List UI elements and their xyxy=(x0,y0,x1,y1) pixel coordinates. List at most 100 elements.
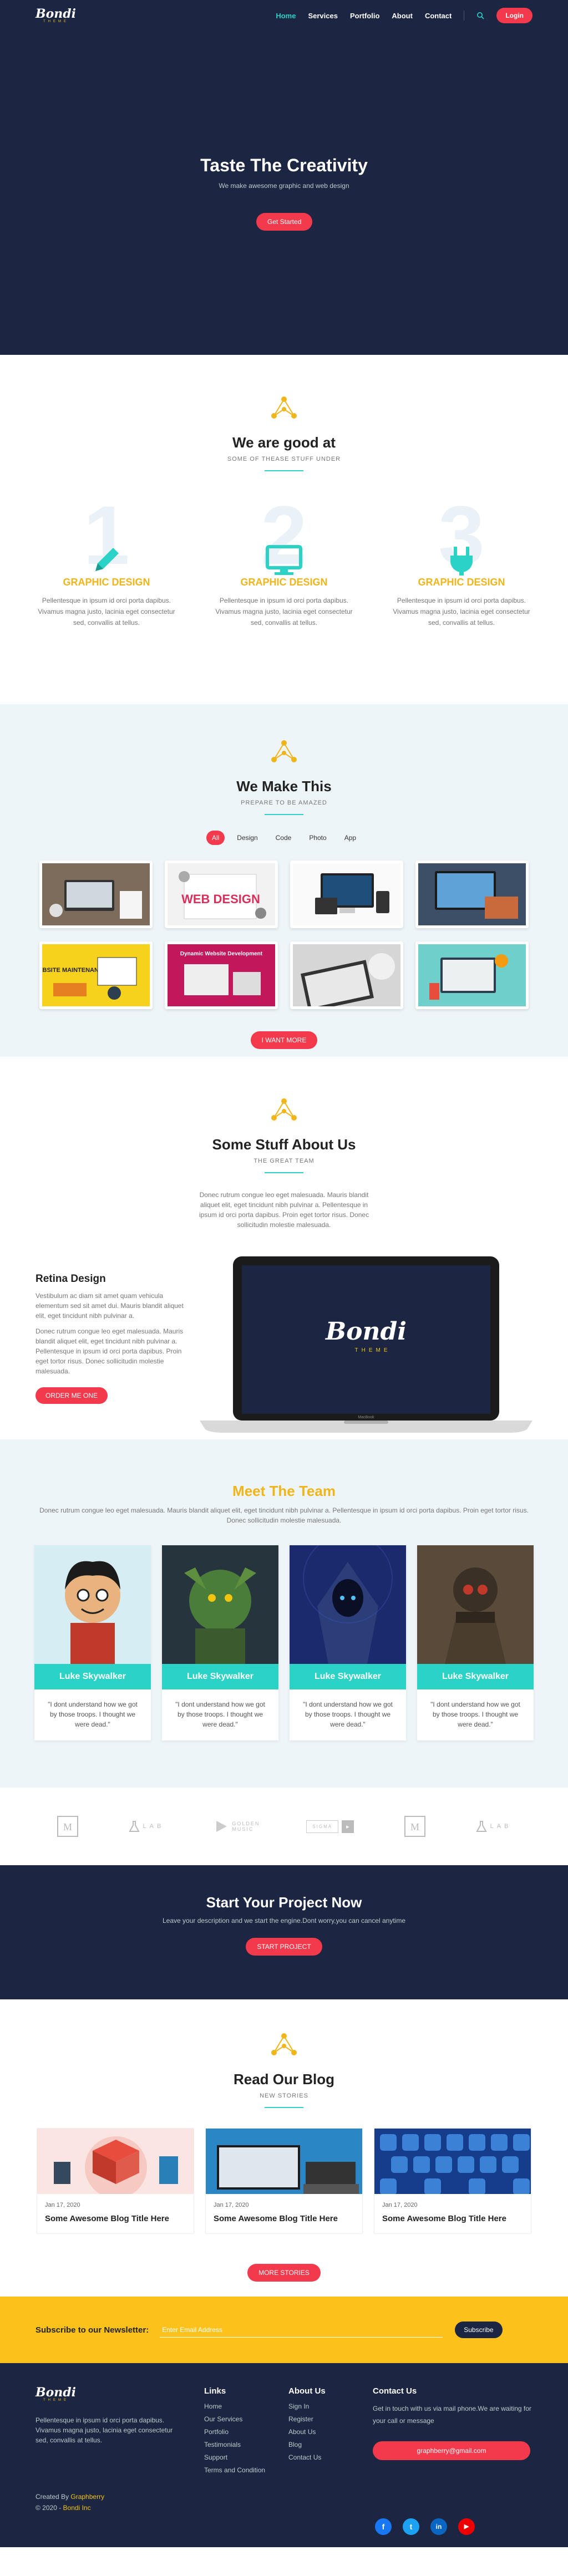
facebook-icon[interactable]: f xyxy=(375,2518,392,2535)
about-text: Donec rutrum congue leo eget malesuada. … xyxy=(199,1191,369,1229)
member-photo xyxy=(290,1545,406,1664)
member-quote: "I dont understand how we got by those t… xyxy=(175,1701,265,1728)
nav-home[interactable]: Home xyxy=(276,12,296,20)
title-underline xyxy=(265,1172,303,1173)
filter-app[interactable]: App xyxy=(339,831,362,845)
contact-title: Contact Us xyxy=(373,2386,417,2396)
portfolio-item[interactable] xyxy=(290,941,403,1009)
portfolio-section: We Make This PREPARE TO BE AMAZED All De… xyxy=(0,704,568,1057)
client-logo: M xyxy=(57,1815,79,1837)
portfolio-item[interactable] xyxy=(39,861,153,928)
social-links: f t in ▶ xyxy=(375,2518,475,2535)
team-card: Luke Skywalker "I dont understand how we… xyxy=(162,1545,278,1740)
molecule-icon xyxy=(271,2033,297,2055)
laptop-image: Bondi THEME MacBook xyxy=(200,1256,532,1433)
client-logo: LAB xyxy=(128,1820,165,1832)
client-logos: M LAB GOLDEN MUSIC SIGMA ▸ M LAB xyxy=(0,1788,568,1865)
retina-text: Vestibulum ac diam sit amet quam vehicul… xyxy=(36,1292,184,1320)
member-quote: "I dont understand how we got by those t… xyxy=(48,1701,138,1728)
filter-code[interactable]: Code xyxy=(270,831,297,845)
search-icon[interactable] xyxy=(476,12,484,19)
footer-about: Bondi THEME Pellentesque in ipsum id orc… xyxy=(36,2386,180,2512)
svg-text:M: M xyxy=(410,1821,419,1832)
laptop-logo: Bondi xyxy=(324,1317,407,1346)
post-date: Jan 17, 2020 xyxy=(45,2202,80,2208)
portfolio-title: We Make This xyxy=(236,778,332,795)
newsletter-label: Subscribe to our Newsletter: xyxy=(36,2325,149,2335)
start-project-button[interactable]: START PROJECT xyxy=(246,1938,322,1956)
laptop-logo-sub: THEME xyxy=(355,1347,391,1353)
blog-post-card[interactable]: Jan 17, 2020 Some Awesome Blog Title Her… xyxy=(374,2128,531,2234)
post-title[interactable]: Some Awesome Blog Title Here xyxy=(37,2208,194,2233)
youtube-icon[interactable]: ▶ xyxy=(458,2518,475,2535)
footer-link[interactable]: Sign In xyxy=(288,2402,326,2410)
member-name: Luke Skywalker xyxy=(162,1664,278,1689)
services-section: We are good at SOME OF THEASE STUFF UNDE… xyxy=(0,355,568,704)
newsletter-email-input[interactable]: Enter Email Address xyxy=(160,2323,443,2338)
footer-logo[interactable]: Bondi THEME xyxy=(36,2386,180,2402)
plug-icon xyxy=(389,543,534,584)
portfolio-item[interactable]: WEBSITE MAINTENANCE xyxy=(39,941,153,1009)
team-card: Luke Skywalker "I dont understand how we… xyxy=(290,1545,406,1740)
twitter-icon[interactable]: t xyxy=(403,2518,419,2535)
brand-logo[interactable]: Bondi THEME xyxy=(36,8,76,23)
footer-link[interactable]: Home xyxy=(204,2402,265,2410)
post-title[interactable]: Some Awesome Blog Title Here xyxy=(374,2208,531,2233)
get-started-button[interactable]: Get Started xyxy=(256,213,313,231)
footer-credit: Created By Graphberry xyxy=(36,2493,105,2501)
client-logo: GOLDEN MUSIC xyxy=(214,1819,258,1834)
svg-text:M: M xyxy=(63,1821,72,1832)
portfolio-item[interactable] xyxy=(415,941,529,1009)
portfolio-item[interactable] xyxy=(290,861,403,928)
footer-link[interactable]: Our Services xyxy=(204,2415,265,2423)
service-card: 1 GRAPHIC DESIGN Pellentesque in ipsum i… xyxy=(34,493,179,628)
creator-link[interactable]: Graphberry xyxy=(70,2493,104,2501)
portfolio-item[interactable] xyxy=(415,861,529,928)
footer-about-links: About Us Sign In Register About Us Blog … xyxy=(288,2386,326,2466)
portfolio-subtitle: PREPARE TO BE AMAZED xyxy=(241,800,327,806)
nav-contact[interactable]: Contact xyxy=(425,12,452,20)
portfolio-item[interactable]: Dynamic Website Development xyxy=(165,941,278,1009)
post-title[interactable]: Some Awesome Blog Title Here xyxy=(206,2208,362,2233)
filter-design[interactable]: Design xyxy=(231,831,263,845)
laptop-brand: MacBook xyxy=(358,1416,374,1419)
nav-portfolio[interactable]: Portfolio xyxy=(350,12,379,20)
web-design-text: WEB DESIGN xyxy=(181,892,260,906)
hero-title: Taste The Creativity xyxy=(200,155,368,175)
logo-text: Bondi xyxy=(36,7,77,21)
footer-text: Pellentesque in ipsum id orci porta dapi… xyxy=(36,2416,173,2444)
footer-link[interactable]: Portfolio xyxy=(204,2428,265,2436)
team-title: Meet The Team xyxy=(232,1483,336,1499)
footer-link[interactable]: Blog xyxy=(288,2441,326,2448)
nav-services[interactable]: Services xyxy=(308,12,338,20)
footer-link[interactable]: About Us xyxy=(288,2428,326,2436)
footer-link[interactable]: Support xyxy=(204,2453,265,2461)
subscribe-button[interactable]: Subscribe xyxy=(455,2322,503,2338)
footer-contact: Contact Us Get in touch with us via mail… xyxy=(373,2386,534,2460)
footer-links: Links Home Our Services Portfolio Testim… xyxy=(204,2386,265,2479)
login-button[interactable]: Login xyxy=(496,8,532,23)
nav-about[interactable]: About xyxy=(392,12,413,20)
footer-link[interactable]: Contact Us xyxy=(288,2453,326,2461)
post-date: Jan 17, 2020 xyxy=(382,2202,418,2208)
email-button[interactable]: graphberry@gmail.com xyxy=(373,2441,530,2460)
footer-link[interactable]: Register xyxy=(288,2415,326,2423)
order-button[interactable]: ORDER ME ONE xyxy=(36,1387,108,1404)
logo-subtext: THEME xyxy=(43,20,69,23)
i-want-more-button[interactable]: I WANT MORE xyxy=(250,1031,318,1049)
post-date: Jan 17, 2020 xyxy=(214,2202,249,2208)
more-stories-button[interactable]: MORE STORIES xyxy=(247,2264,321,2282)
blog-post-card[interactable]: Jan 17, 2020 Some Awesome Blog Title Her… xyxy=(205,2128,363,2234)
filter-photo[interactable]: Photo xyxy=(303,831,332,845)
service-text: Pellentesque in ipsum id orci porta dapi… xyxy=(215,597,353,627)
member-name: Luke Skywalker xyxy=(417,1664,534,1689)
filter-all[interactable]: All xyxy=(206,831,225,845)
blog-post-card[interactable]: Jan 17, 2020 Some Awesome Blog Title Her… xyxy=(37,2128,194,2234)
footer-link[interactable]: Terms and Condition xyxy=(204,2466,265,2474)
member-photo xyxy=(34,1545,151,1664)
portfolio-item[interactable]: WEB DESIGN xyxy=(165,861,278,928)
molecule-icon xyxy=(271,740,297,762)
footer-link[interactable]: Testimonials xyxy=(204,2441,265,2448)
services-subtitle: SOME OF THEASE STUFF UNDER xyxy=(227,456,341,462)
linkedin-icon[interactable]: in xyxy=(430,2518,447,2535)
